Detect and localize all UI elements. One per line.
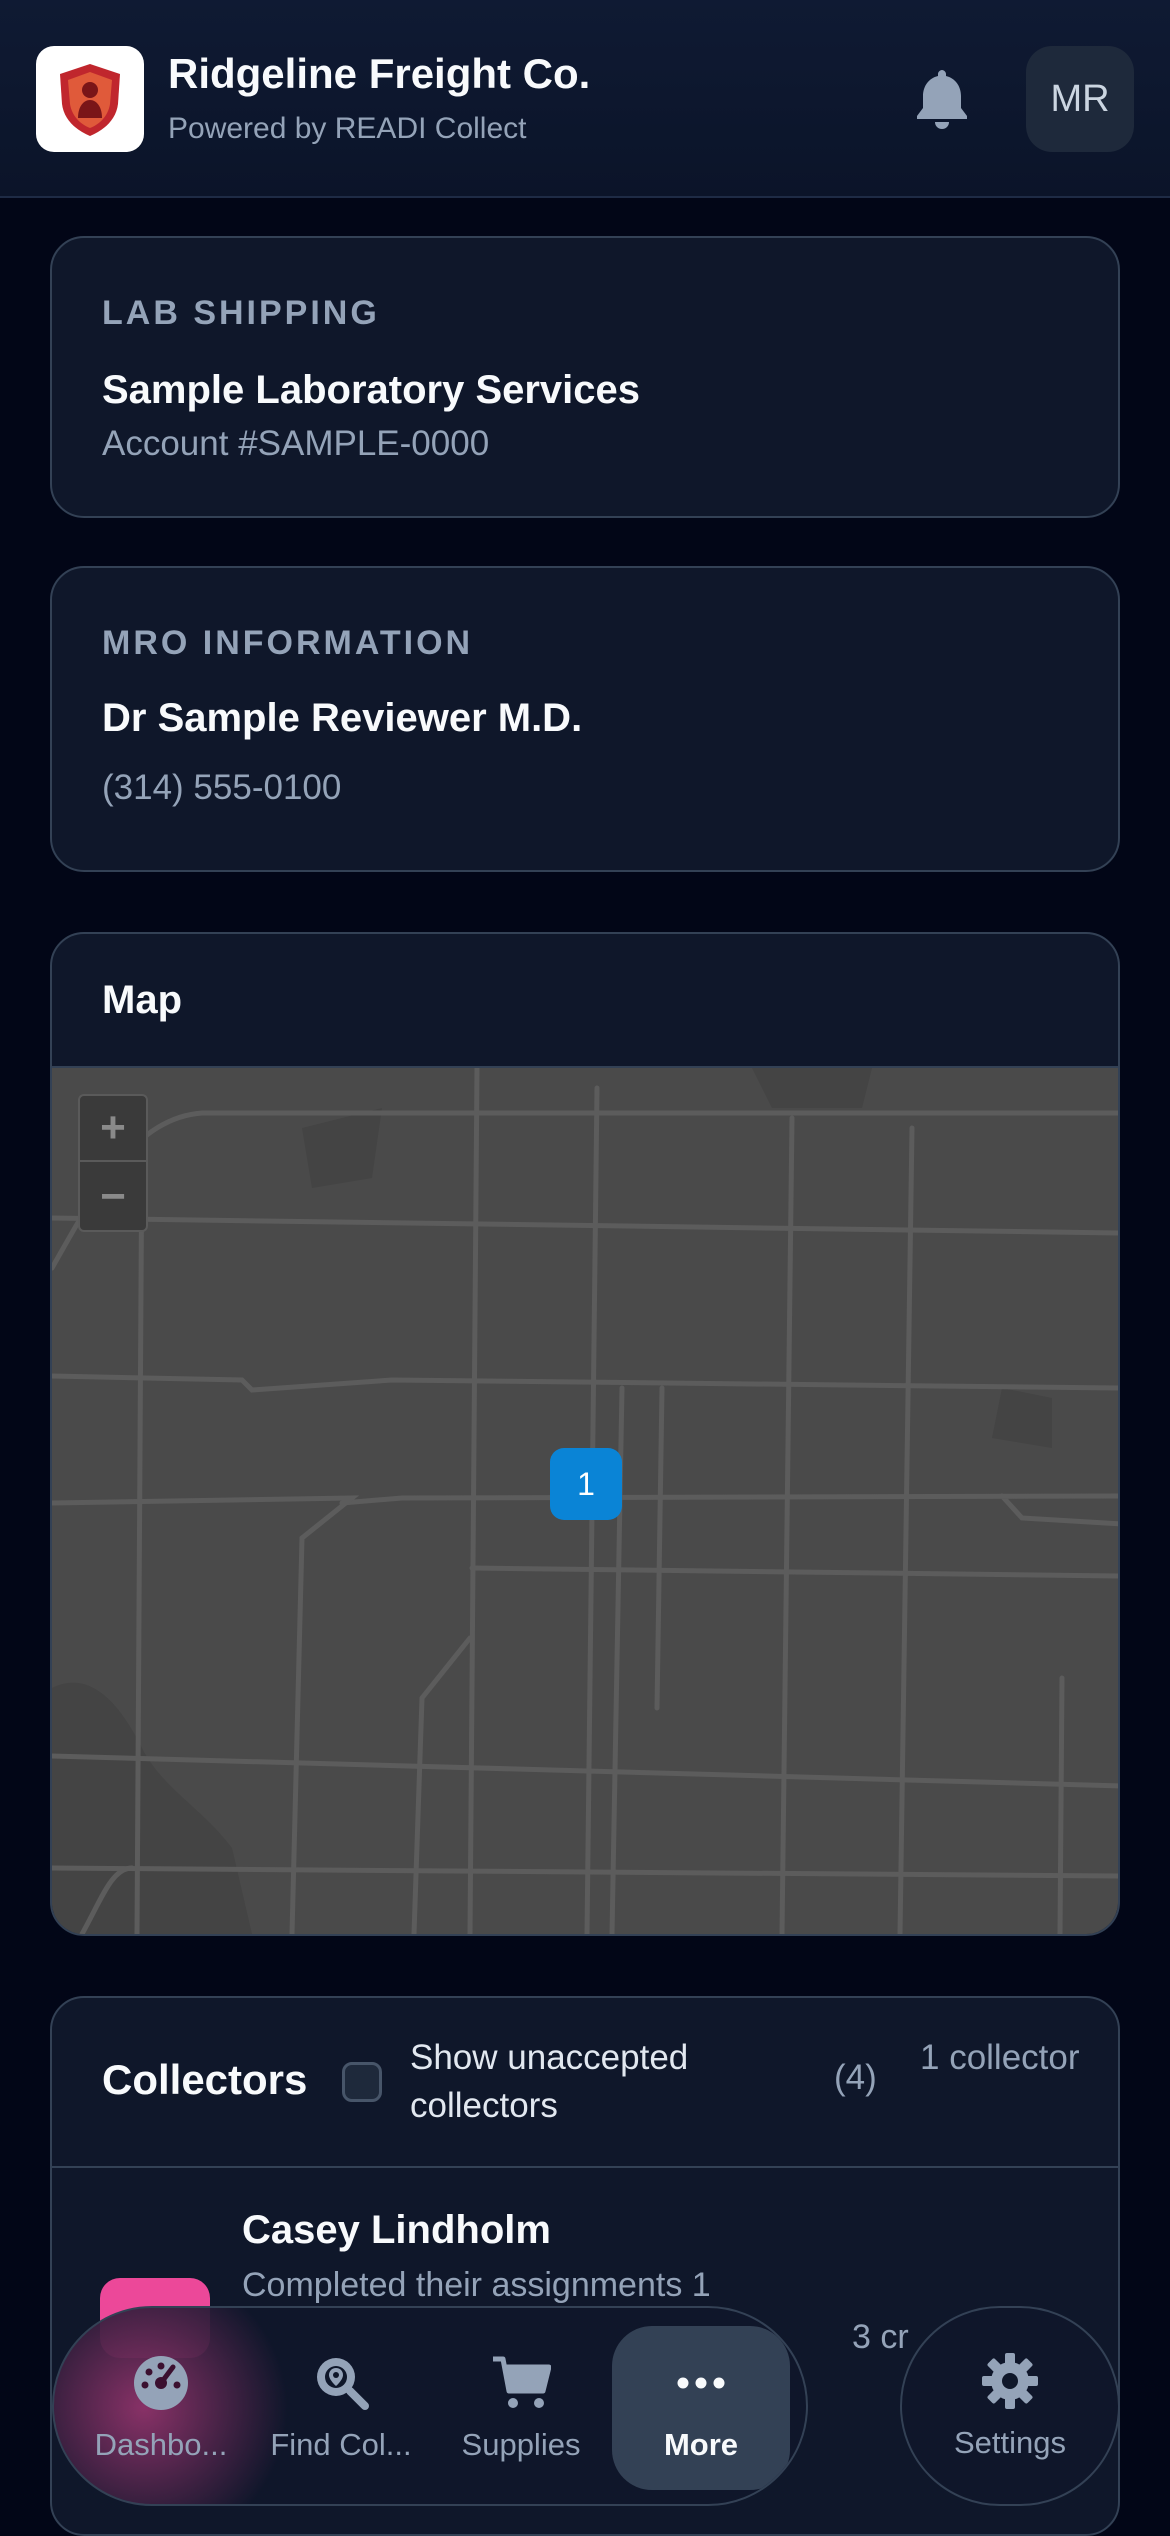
- company-logo: [36, 46, 144, 152]
- tab-more-label: More: [663, 2427, 739, 2462]
- lab-shipping-card: LAB SHIPPING Sample Laboratory Services …: [50, 236, 1120, 518]
- lab-shipping-heading: LAB SHIPPING: [102, 294, 380, 332]
- mro-name: Dr Sample Reviewer M.D.: [102, 696, 583, 740]
- lab-name: Sample Laboratory Services: [102, 368, 641, 412]
- gear-icon: [982, 2353, 1038, 2409]
- collectors-title: Collectors: [102, 2056, 308, 2103]
- unaccepted-count: (4): [834, 2058, 877, 2097]
- collector-meta: 3 cr: [852, 2318, 909, 2356]
- map-card-header: Map: [52, 934, 1118, 1068]
- mro-phone[interactable]: (314) 555-0100: [102, 768, 341, 808]
- tab-find-collectors[interactable]: Find Col...: [252, 2326, 430, 2490]
- tab-supplies[interactable]: Supplies: [432, 2326, 610, 2490]
- tab-dashboard[interactable]: Dashbo...: [72, 2326, 250, 2490]
- app-header: Ridgeline Freight Co. Powered by READI C…: [0, 0, 1170, 198]
- show-unaccepted-label[interactable]: Show unaccepted collectors: [410, 2034, 750, 2130]
- settings-label: Settings: [953, 2425, 1066, 2460]
- tab-dashboard-label: Dashbo...: [94, 2427, 228, 2462]
- notifications-bell-icon[interactable]: [912, 66, 972, 130]
- map-cluster-marker[interactable]: 1: [550, 1448, 622, 1520]
- user-avatar[interactable]: MR: [1026, 46, 1134, 152]
- map-card: Map + − 1: [50, 932, 1120, 1936]
- search-location-icon: [317, 2358, 369, 2410]
- lab-account-number: Account #SAMPLE-0000: [102, 424, 490, 463]
- mro-heading: MRO INFORMATION: [102, 624, 474, 662]
- company-name: Ridgeline Freight Co.: [168, 50, 591, 97]
- cart-icon: [493, 2356, 551, 2408]
- collectors-header: Collectors Show unaccepted collectors (4…: [52, 1998, 1118, 2168]
- collector-name: Casey Lindholm: [242, 2208, 551, 2252]
- tab-find-collectors-label: Find Col...: [270, 2427, 412, 2462]
- collector-description: Completed their assignments 1: [242, 2266, 711, 2304]
- tab-more[interactable]: More: [612, 2326, 790, 2490]
- dashboard-gauge-icon: [134, 2356, 188, 2410]
- tab-supplies-label: Supplies: [461, 2427, 581, 2462]
- zoom-in-button[interactable]: +: [80, 1096, 146, 1162]
- more-dots-icon: [677, 2377, 725, 2389]
- show-unaccepted-checkbox[interactable]: [342, 2062, 382, 2102]
- powered-by-text: Powered by READI Collect: [168, 112, 527, 145]
- collector-count: 1 collector: [920, 2038, 1080, 2077]
- zoom-out-button[interactable]: −: [80, 1164, 146, 1230]
- map-title: Map: [102, 978, 182, 1022]
- shield-logo-icon: [60, 64, 120, 136]
- bottom-tab-bar: Dashbo... Find Col... Supplies More: [52, 2306, 808, 2506]
- map-view[interactable]: + − 1: [52, 1065, 1118, 1934]
- mro-information-card: MRO INFORMATION Dr Sample Reviewer M.D. …: [50, 566, 1120, 872]
- settings-button[interactable]: Settings: [900, 2306, 1120, 2506]
- map-zoom-control: + −: [78, 1094, 148, 1232]
